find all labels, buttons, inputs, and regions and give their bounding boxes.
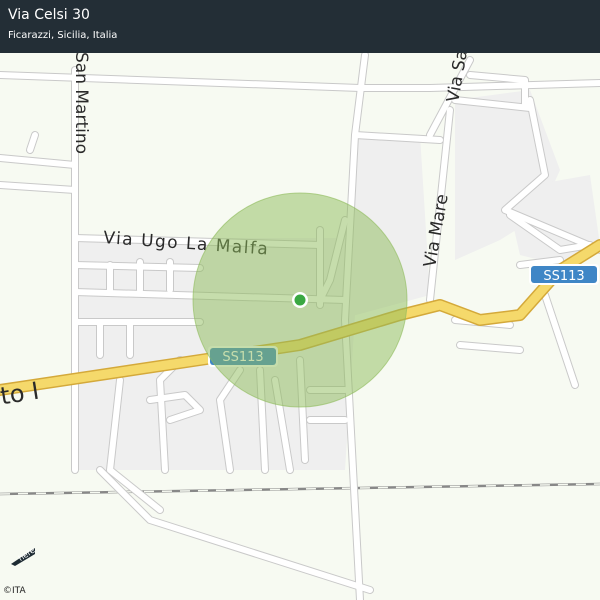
street-label-vittorio-emanuele: rto I <box>0 377 41 412</box>
road-shield-label: SS113 <box>543 269 584 284</box>
here-logo-text: here <box>17 546 37 563</box>
location-title: Via Celsi 30 <box>8 7 90 23</box>
current-location-dot[interactable] <box>294 294 306 306</box>
copyright-text: ©ITA <box>3 586 26 596</box>
here-logo-icon: here <box>11 546 37 566</box>
railway <box>0 482 600 496</box>
map-attribution: here ©ITA <box>3 546 37 597</box>
street-label-san-martino: San Martino <box>71 52 91 154</box>
map-canvas[interactable]: SS113 SS113 San Martino Via Ugo La Malfa… <box>0 0 600 600</box>
road-shield-ss113-east: SS113 <box>529 264 599 285</box>
location-subtitle: Ficarazzi, Sicilia, Italia <box>8 30 118 41</box>
location-header: Via Celsi 30 Ficarazzi, Sicilia, Italia <box>0 0 600 53</box>
